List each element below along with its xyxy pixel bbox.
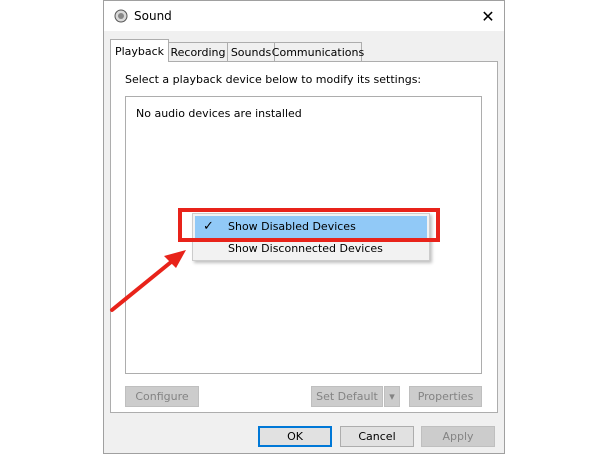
empty-list-message: No audio devices are installed	[136, 107, 302, 120]
window-title: Sound	[134, 9, 172, 23]
annotation-highlight-box	[178, 208, 440, 242]
configure-button[interactable]: Configure	[125, 386, 199, 407]
properties-button[interactable]: Properties	[409, 386, 482, 407]
set-default-dropdown-button[interactable]: ▾	[384, 386, 400, 407]
tab-recording[interactable]: Recording	[168, 42, 228, 61]
close-button[interactable]: ✕	[472, 1, 504, 31]
ok-button[interactable]: OK	[258, 426, 332, 447]
chevron-down-icon: ▾	[389, 390, 395, 403]
instruction-text: Select a playback device below to modify…	[125, 73, 422, 86]
menu-item-label: Show Disconnected Devices	[228, 242, 383, 255]
close-icon: ✕	[481, 6, 495, 26]
tab-sounds[interactable]: Sounds	[227, 42, 275, 61]
cancel-button[interactable]: Cancel	[340, 426, 414, 447]
set-default-button[interactable]: Set Default	[311, 386, 383, 407]
apply-button[interactable]: Apply	[421, 426, 495, 447]
title-bar: Sound ✕	[104, 1, 504, 31]
speaker-icon	[114, 9, 128, 23]
tab-playback[interactable]: Playback	[110, 39, 169, 62]
tab-communications[interactable]: Communications	[272, 42, 364, 61]
